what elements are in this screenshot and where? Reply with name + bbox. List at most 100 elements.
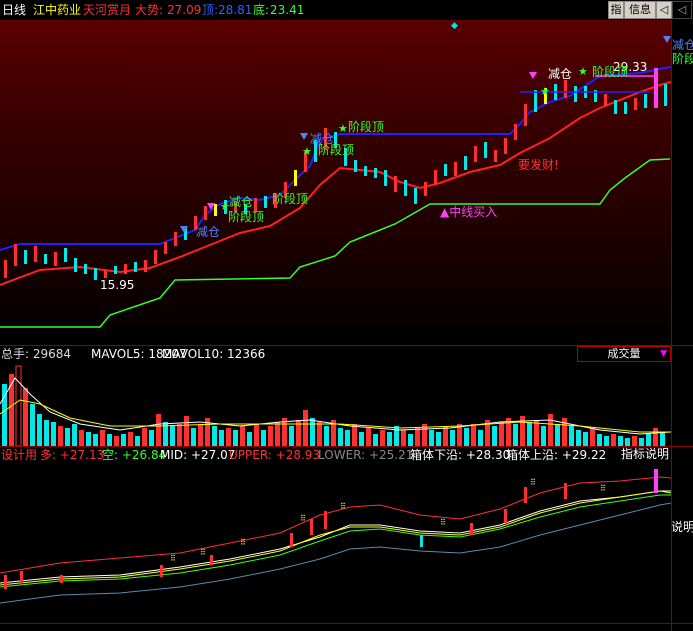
volume-bar bbox=[345, 430, 350, 446]
signal-jieduan: 阶段 bbox=[672, 52, 693, 66]
volume-bar bbox=[520, 416, 525, 446]
candle bbox=[174, 232, 177, 246]
candle bbox=[574, 86, 577, 102]
volume-bar bbox=[478, 430, 483, 446]
candle bbox=[394, 176, 397, 192]
candle bbox=[134, 262, 137, 272]
sell-marker-icon bbox=[300, 133, 308, 140]
volume-bar bbox=[79, 430, 84, 446]
back-button[interactable]: ◁ bbox=[656, 1, 672, 19]
volume-indicator-select[interactable]: 成交量 ▼ bbox=[577, 346, 671, 362]
volume-bar bbox=[436, 432, 441, 446]
volume-bar bbox=[380, 430, 385, 446]
price-chart-pane[interactable]: ★ ★ ★ ★ ★ ◆ 15.95 29.33 减仓 减仓 减仓 减仓 减仓 阶… bbox=[0, 20, 693, 345]
volume-bar bbox=[219, 430, 224, 446]
bottom-label: 底: bbox=[253, 3, 270, 17]
volume-bar bbox=[639, 438, 644, 446]
signal-dot: ⠿ bbox=[600, 484, 606, 493]
candle bbox=[494, 150, 497, 162]
candle bbox=[424, 182, 427, 196]
volume-bar bbox=[618, 436, 623, 446]
volume-bar bbox=[289, 426, 294, 446]
top-value: 28.81 bbox=[218, 3, 253, 17]
candle bbox=[34, 246, 37, 262]
volume-bar bbox=[37, 414, 42, 446]
candle bbox=[124, 264, 127, 274]
candle bbox=[614, 100, 617, 114]
indicator-dots: ⠿ ⠿ ⠿ ⠿ ⠿ ⠿ ⠿ ⠿ bbox=[170, 478, 606, 563]
volume-pane[interactable] bbox=[0, 364, 672, 447]
volume-bar bbox=[555, 424, 560, 446]
volume-bar bbox=[121, 434, 126, 446]
mavol10-label: MAVOL10: 12366 bbox=[162, 347, 266, 361]
indicator-candle bbox=[654, 469, 658, 493]
indicator-candle bbox=[4, 575, 7, 589]
candle bbox=[104, 270, 107, 278]
indicator-pane[interactable]: ⠿ ⠿ ⠿ ⠿ ⠿ ⠿ ⠿ ⠿ bbox=[0, 463, 672, 623]
volume-bar bbox=[597, 434, 602, 446]
signal-dot: ⠿ bbox=[170, 554, 176, 563]
stock-name: 江中药业 bbox=[33, 3, 82, 17]
candle bbox=[164, 242, 167, 254]
box-high-value: 箱体上沿: +29.22 bbox=[506, 448, 607, 462]
pane-separator bbox=[0, 623, 693, 624]
candle bbox=[504, 138, 507, 154]
explain-right-label[interactable]: 说明 bbox=[671, 520, 693, 534]
candle bbox=[404, 180, 407, 196]
volume-bar bbox=[338, 428, 343, 446]
candle bbox=[114, 266, 117, 274]
volume-bar bbox=[16, 366, 21, 446]
volume-bar bbox=[226, 428, 231, 446]
candlesticks bbox=[4, 68, 667, 280]
volume-bar bbox=[513, 424, 518, 446]
indicator-candle bbox=[20, 571, 23, 583]
volume-bar bbox=[646, 434, 651, 446]
volume-bar bbox=[128, 432, 133, 446]
candle bbox=[514, 124, 517, 140]
volume-bar bbox=[569, 426, 574, 446]
candle bbox=[454, 162, 457, 176]
candle bbox=[214, 204, 217, 216]
period-label[interactable]: 日线 bbox=[2, 3, 26, 17]
star-icon: ★ bbox=[578, 65, 588, 78]
volume-total-label: 总手: 29684 bbox=[1, 347, 72, 361]
indicator-explain-button[interactable]: 指标说明 bbox=[619, 447, 671, 462]
right-axis-divider bbox=[671, 20, 672, 631]
signal-dot: ⠿ bbox=[440, 518, 446, 527]
volume-bar bbox=[590, 428, 595, 446]
volume-bar bbox=[415, 428, 420, 446]
volume-bar bbox=[268, 426, 273, 446]
volume-bar bbox=[58, 426, 63, 446]
duo-value: 多: +27.13 bbox=[40, 448, 105, 462]
volume-bar bbox=[240, 426, 245, 446]
signal-jieduan: 阶段顶 bbox=[592, 65, 629, 79]
candle bbox=[94, 268, 97, 280]
indicator-candle bbox=[60, 575, 63, 583]
duo-line bbox=[0, 490, 672, 586]
candle bbox=[84, 264, 87, 274]
indicator-candle bbox=[470, 523, 473, 535]
ma-blue-line bbox=[0, 66, 672, 251]
collapse-icon[interactable]: ◁ bbox=[672, 1, 692, 19]
signal-jianceng: 减仓 bbox=[548, 67, 573, 81]
volume-bar bbox=[30, 404, 35, 446]
candle bbox=[664, 84, 667, 106]
trend-label: 大势: bbox=[135, 3, 164, 17]
candle bbox=[44, 254, 47, 264]
volume-bar bbox=[191, 428, 196, 446]
zhi-button[interactable]: 指 bbox=[608, 1, 624, 19]
volume-bar bbox=[135, 436, 140, 446]
signal-jieduan: 阶段顶 bbox=[318, 143, 355, 157]
pane-separator bbox=[0, 446, 693, 447]
signal-dot: ⠿ bbox=[530, 478, 536, 487]
indicator-candle bbox=[210, 555, 213, 565]
volume-bar bbox=[86, 432, 91, 446]
indicator-candles bbox=[4, 469, 658, 589]
volume-bars bbox=[2, 365, 665, 447]
signal-dot: ⠿ bbox=[240, 538, 246, 547]
volume-bar bbox=[632, 436, 637, 446]
indicator-candle bbox=[420, 535, 423, 547]
title-bar: 日线 江中药业 天河赏月 大势: 27.09 顶: 28.81 底: 23.41… bbox=[0, 0, 693, 20]
indicator-candle bbox=[310, 519, 313, 535]
info-button[interactable]: 信息 bbox=[624, 1, 656, 19]
